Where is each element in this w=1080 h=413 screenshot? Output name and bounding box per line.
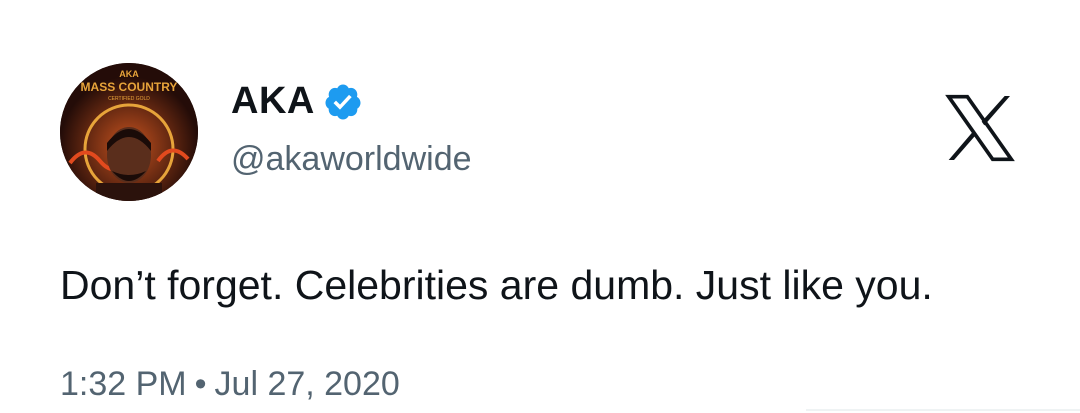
avatar-subtitle-text: CERTIFIED GOLD [108,96,150,102]
tweet-date[interactable]: Jul 27, 2020 [215,365,400,403]
x-logo-icon[interactable] [940,88,1020,168]
tweet-meta: 1:32 PM • Jul 27, 2020 [60,365,400,404]
author-name-row[interactable]: AKA [231,80,363,123]
meta-separator: • [194,365,207,403]
avatar-logo-text: AKA [119,69,139,79]
display-name[interactable]: AKA [231,80,315,123]
divider [806,409,1080,411]
author-handle[interactable]: @akaworldwide [231,140,472,179]
avatar-title-text: MASS COUNTRY [81,80,178,94]
avatar-art: AKA MASS COUNTRY CERTIFIED GOLD [60,63,198,201]
verified-badge-icon [323,82,363,122]
avatar[interactable]: AKA MASS COUNTRY CERTIFIED GOLD [60,63,198,201]
tweet-text: Don’t forget. Celebrities are dumb. Just… [60,262,933,308]
tweet-time[interactable]: 1:32 PM [60,365,187,403]
